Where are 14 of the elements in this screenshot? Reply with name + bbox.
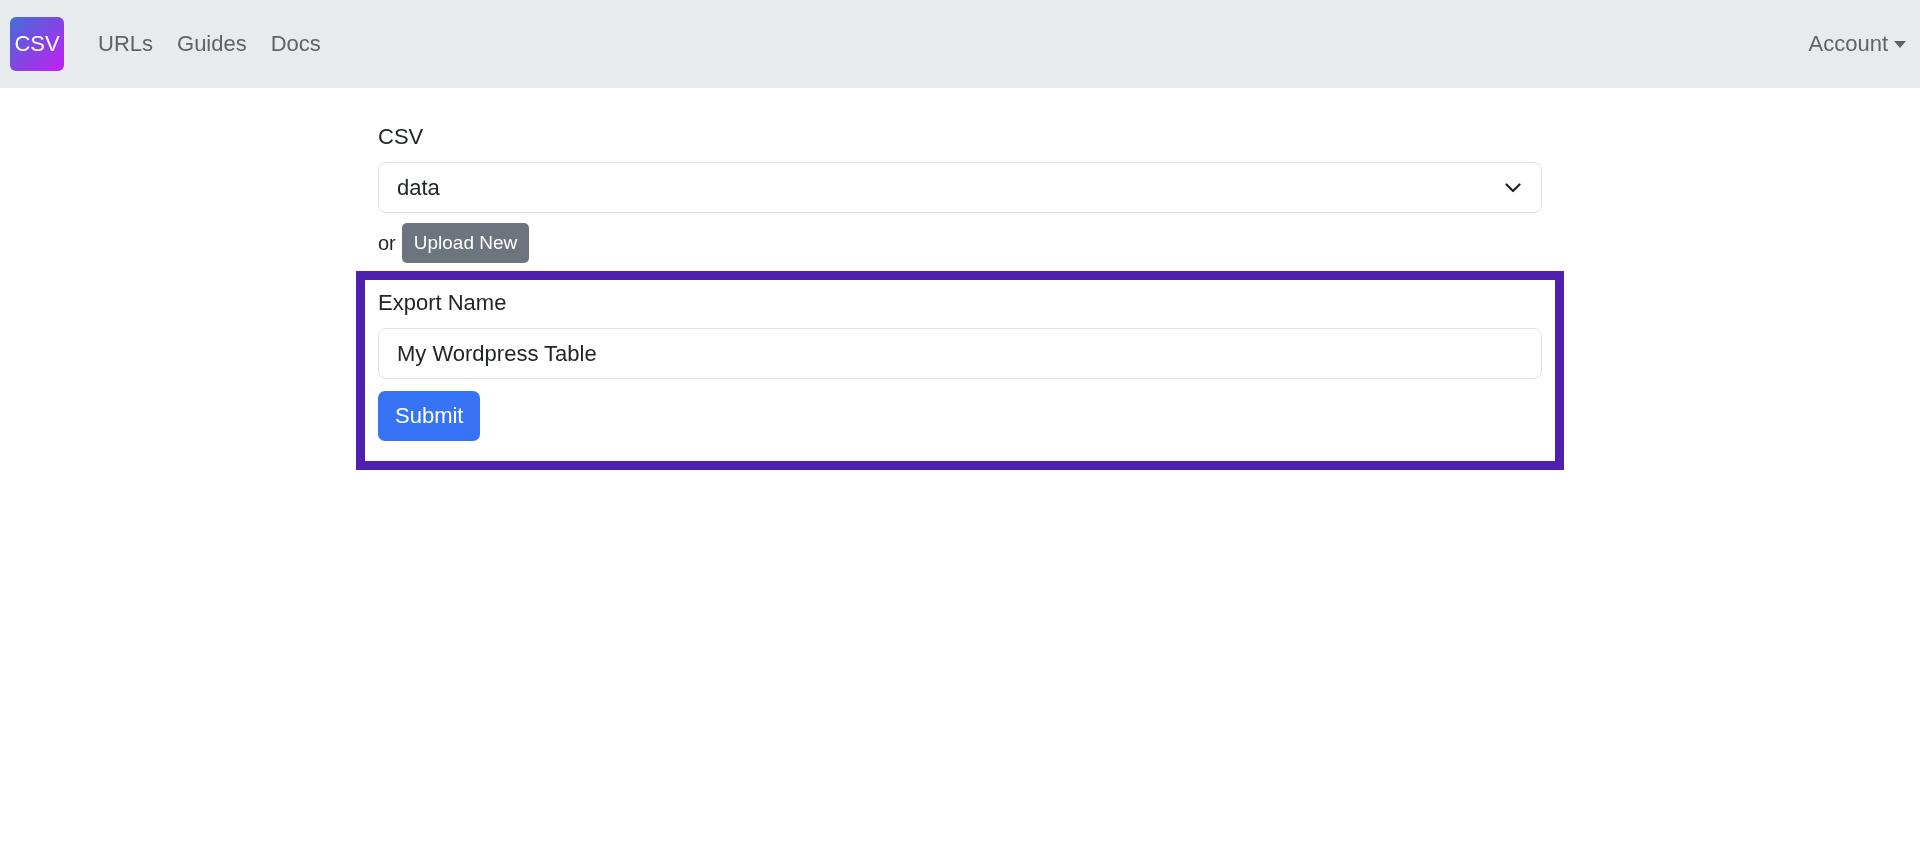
account-dropdown[interactable]: Account: [1808, 31, 1906, 57]
chevron-down-icon: [1505, 182, 1521, 193]
csv-select[interactable]: data: [378, 162, 1542, 213]
caret-icon: [1894, 40, 1906, 48]
submit-button[interactable]: Submit: [378, 391, 481, 441]
field-label: CSV: [378, 124, 424, 150]
nav-link[interactable]: Docs: [270, 31, 321, 57]
field-label: Export Name: [378, 290, 507, 316]
nav-link[interactable]: Guides: [177, 31, 247, 57]
export-name-field[interactable]: My Wordpress Table: [378, 328, 1542, 379]
or-text: or: [378, 231, 396, 255]
upload-new-button[interactable]: Upload New: [401, 223, 530, 263]
logo[interactable]: CSV: [10, 17, 64, 71]
nav-link[interactable]: URLs: [98, 31, 153, 57]
